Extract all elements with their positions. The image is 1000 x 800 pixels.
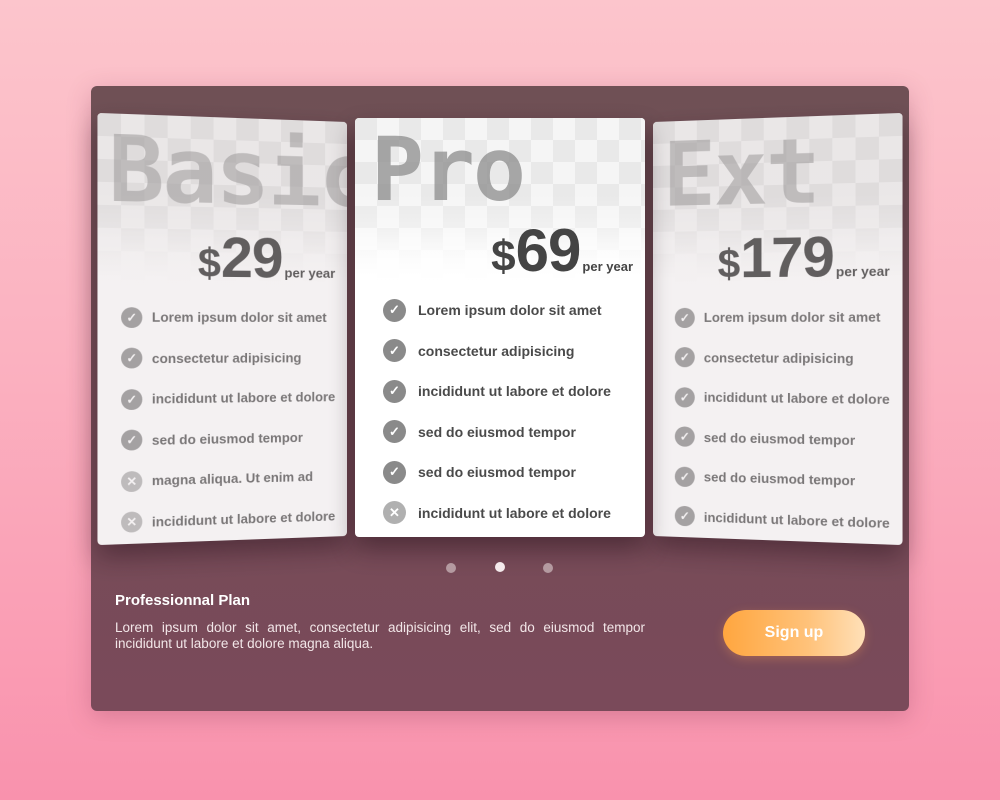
check-icon: ✓	[383, 460, 406, 484]
feature-item: ✓ incididunt ut labore et dolore	[674, 377, 890, 420]
price-amount: 29	[220, 224, 283, 290]
price-period: per year	[284, 265, 336, 281]
feature-item: ✓ consectetur adipisicing	[121, 338, 335, 379]
feature-list: ✓ Lorem ipsum dolor sit amet ✓ consectetur…	[674, 297, 890, 544]
feature-label: consectetur adipisicing	[703, 349, 854, 367]
feature-item: ✓ sed do eiusmod tempor	[383, 452, 611, 493]
check-icon: ✓	[674, 466, 695, 487]
feature-list: ✓ Lorem ipsum dolor sit amet ✓ consectetur…	[383, 290, 611, 533]
check-icon: ✓	[383, 339, 406, 363]
price-currency: $	[197, 240, 221, 287]
feature-label: Lorem ipsum dolor sit amet	[418, 302, 602, 319]
plan-card-pro[interactable]: Pro $69 per year ✓ Lorem ipsum dolor sit a…	[355, 118, 645, 537]
plan-price: $69 per year	[491, 216, 633, 285]
feature-item: ✓ consectetur adipisicing	[383, 331, 611, 372]
plan-description: Lorem ipsum dolor sit amet, consectetur …	[115, 620, 645, 651]
plan-name: Pro	[371, 118, 526, 221]
check-icon: ✓	[674, 347, 695, 368]
feature-label: incididunt ut labore et dolore	[151, 389, 336, 407]
price-period: per year	[582, 259, 633, 274]
price-period: per year	[835, 263, 890, 280]
feature-label: sed do eiusmod tempor	[703, 429, 856, 448]
plan-title: Professionnal Plan	[115, 592, 251, 609]
check-icon: ✓	[674, 505, 695, 527]
check-icon: ✓	[121, 347, 143, 369]
plan-price: $179 per year	[718, 222, 890, 291]
feature-item: ✓ Lorem ipsum dolor sit amet	[674, 297, 890, 338]
check-icon: ✓	[121, 306, 143, 328]
feature-item: ✓ incididunt ut labore et dolore	[383, 371, 611, 412]
plan-card-basic[interactable]: Basic $29 per year ✓ Lorem ipsum dolor sit…	[97, 112, 347, 546]
feature-item: ✓ incididunt ut labore et dolore	[121, 377, 335, 420]
carousel-dot[interactable]	[446, 563, 456, 573]
feature-list: ✓ Lorem ipsum dolor sit amet ✓ consectetur…	[121, 297, 335, 543]
cross-icon: ✕	[121, 470, 143, 492]
feature-label: Lorem ipsum dolor sit amet	[703, 309, 881, 326]
feature-item: ✓ consectetur adipisicing	[674, 338, 890, 379]
feature-item: ✕ incididunt ut labore et dolore	[121, 496, 335, 543]
feature-label: sed do eiusmod tempor	[151, 429, 303, 448]
feature-label: consectetur adipisicing	[151, 349, 302, 366]
plan-price: $29 per year	[198, 223, 335, 291]
check-icon: ✓	[674, 307, 695, 328]
price-amount: 69	[515, 217, 582, 284]
feature-label: Lorem ipsum dolor sit amet	[151, 309, 327, 326]
feature-label: incididunt ut labore et dolore	[418, 383, 611, 400]
carousel-dot-active[interactable]	[495, 562, 505, 572]
plan-card-ext[interactable]: Ext $179 per year ✓ Lorem ipsum dolor sit …	[653, 112, 903, 546]
feature-item: ✓ sed do eiusmod tempor	[674, 417, 890, 461]
check-icon: ✓	[674, 426, 695, 448]
feature-label: incididunt ut labore et dolore	[151, 508, 336, 530]
feature-item: ✓ Lorem ipsum dolor sit amet	[121, 297, 335, 338]
plan-name: Basic	[108, 115, 347, 228]
price-amount: 179	[740, 223, 834, 290]
pricing-panel: Basic $29 per year ✓ Lorem ipsum dolor sit…	[91, 86, 909, 711]
feature-item: ✕ incididunt ut labore et dolore	[383, 493, 611, 534]
check-icon: ✓	[383, 420, 406, 444]
feature-item: ✓ sed do eiusmod tempor	[674, 456, 890, 502]
feature-item: ✓ Lorem ipsum dolor sit amet	[383, 290, 611, 331]
check-icon: ✓	[121, 388, 143, 410]
feature-label: incididunt ut labore et dolore	[418, 504, 611, 521]
feature-label: incididunt ut labore et dolore	[703, 509, 890, 531]
cross-icon: ✕	[383, 501, 406, 525]
feature-label: incididunt ut labore et dolore	[703, 389, 890, 408]
carousel-dots	[446, 562, 556, 574]
check-icon: ✓	[383, 379, 406, 403]
feature-item: ✓ incididunt ut labore et dolore	[674, 496, 890, 543]
feature-label: consectetur adipisicing	[418, 342, 575, 359]
plan-name: Ext	[662, 118, 819, 227]
check-icon: ✓	[383, 298, 406, 322]
feature-item: ✓ sed do eiusmod tempor	[383, 412, 611, 453]
feature-item: ✕ magna aliqua. Ut enim ad	[121, 456, 335, 502]
price-currency: $	[717, 241, 741, 287]
feature-label: sed do eiusmod tempor	[418, 464, 576, 481]
sign-up-button[interactable]: Sign up	[723, 610, 865, 656]
check-icon: ✓	[121, 429, 143, 451]
price-currency: $	[491, 232, 516, 281]
feature-label: sed do eiusmod tempor	[703, 469, 856, 489]
carousel-dot[interactable]	[543, 563, 553, 573]
check-icon: ✓	[674, 386, 695, 408]
cross-icon: ✕	[121, 511, 143, 534]
feature-label: magna aliqua. Ut enim ad	[151, 469, 313, 489]
feature-item: ✓ sed do eiusmod tempor	[121, 417, 335, 461]
feature-label: sed do eiusmod tempor	[418, 423, 576, 440]
